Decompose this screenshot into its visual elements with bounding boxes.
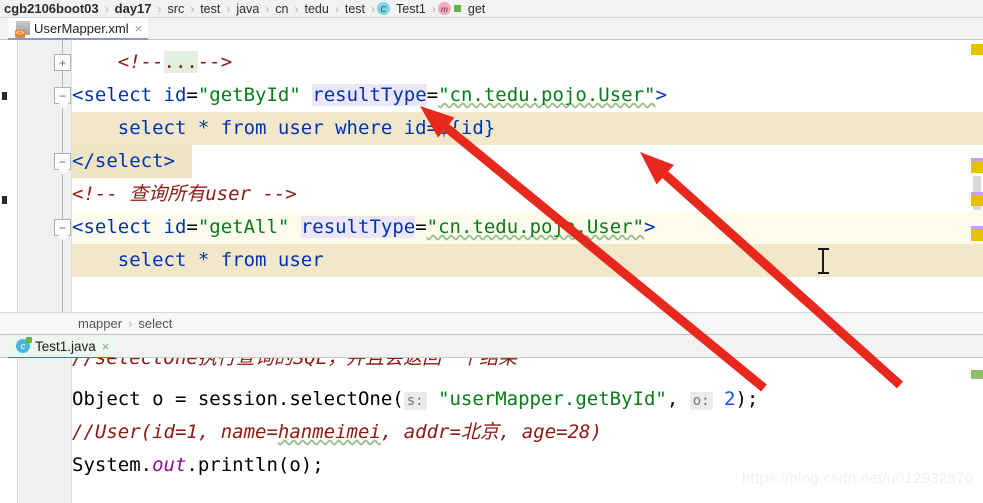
line-java-comment-user[interactable]: //User(id=1, name=hanmeimei, addr=北京, ag…	[72, 416, 983, 449]
warning-marker-2[interactable]	[971, 162, 983, 173]
ide-window: cgb2106boot03 › day17 › src › test › java › cn › ted…	[0, 0, 983, 503]
breadcrumb-item-java[interactable]: java	[232, 2, 263, 16]
breadcrumb-label: test	[200, 1, 221, 16]
breadcrumb-item-tedu[interactable]: tedu	[301, 2, 333, 16]
breadcrumb-label: src	[167, 1, 185, 16]
breadcrumb-label: tedu	[304, 1, 329, 16]
line-select-getbyid[interactable]: <select id="getById" resultType="cn.tedu…	[72, 79, 983, 112]
java-tab-bar: c Test1.java ×	[0, 334, 983, 359]
breadcrumb-separator: ›	[334, 1, 339, 16]
breadcrumb-item-test1[interactable]: C Test1	[377, 2, 430, 16]
breadcrumb-separator: ›	[226, 1, 231, 16]
gutter-mark	[2, 92, 7, 100]
breadcrumb-label: cn	[275, 1, 289, 16]
line-comment-collapsed[interactable]: <!--...-->	[72, 46, 983, 79]
line-java-selectone[interactable]: Object o = session.selectOne(s: "userMap…	[72, 383, 983, 416]
fold-expand-icon[interactable]: +	[54, 54, 71, 71]
line-sql-getbyid[interactable]: select * from user where id=${id}	[72, 112, 983, 145]
gutter-mark	[2, 196, 7, 204]
line-select-getall[interactable]: <select id="getAll" resultType="cn.tedu.…	[72, 211, 983, 244]
class-icon: C	[377, 2, 390, 15]
xml-file-icon	[15, 21, 30, 38]
breadcrumb-separator: ›	[157, 1, 162, 16]
xml-marker-bar[interactable]	[971, 40, 983, 312]
parameter-hint: s:	[403, 392, 427, 410]
xml-breadcrumb-item-mapper[interactable]: mapper	[72, 316, 128, 331]
tab-label: Test1.java	[35, 338, 96, 354]
breadcrumb-item-get[interactable]: m get	[437, 1, 489, 16]
breadcrumb-label: cgb2106boot03	[4, 1, 99, 16]
tab-usermapper-xml[interactable]: UserMapper.xml ×	[8, 18, 149, 40]
breadcrumb-separator: ›	[104, 1, 109, 16]
close-icon[interactable]: ×	[135, 21, 143, 36]
xml-breadcrumb-item-select[interactable]: select	[132, 316, 178, 331]
breadcrumb-item-test[interactable]: test	[196, 2, 224, 16]
line-comment-chinese[interactable]: <!-- 查询所有user -->	[72, 178, 983, 211]
breadcrumb-separator: ›	[190, 1, 195, 16]
watermark: https://blog.csdn.net/u012932876	[742, 470, 974, 487]
breadcrumb-label: java	[236, 1, 260, 16]
breadcrumb-item-src[interactable]: src	[164, 2, 189, 16]
xml-code-area[interactable]: <!--...--> <select id="getById" resultTyp…	[72, 40, 983, 312]
warning-marker-1[interactable]	[971, 44, 983, 55]
fold-guide-line	[62, 40, 63, 312]
java-fold-zone[interactable]	[19, 358, 72, 503]
breadcrumb-label: Test1	[396, 1, 426, 16]
tab-test1-java[interactable]: c Test1.java ×	[8, 335, 116, 359]
breadcrumb-separator: ›	[294, 1, 299, 16]
parameter-hint: o:	[689, 392, 713, 410]
breadcrumb-item-cgb2106boot03[interactable]: cgb2106boot03	[0, 1, 103, 16]
close-icon[interactable]: ×	[102, 339, 110, 354]
inspection-ok-icon	[971, 370, 983, 379]
fold-collapse-icon[interactable]: −	[54, 219, 71, 236]
breadcrumb-separator: ›	[431, 1, 436, 16]
java-class-icon: c	[16, 337, 32, 353]
xml-structure-breadcrumb: mapper › select	[0, 312, 983, 334]
line-sql-getall[interactable]: select * from user	[72, 244, 983, 277]
warning-marker-3[interactable]	[971, 195, 983, 206]
breadcrumb-item-day17[interactable]: day17	[111, 1, 156, 16]
xml-fold-zone[interactable]: + − − −	[19, 40, 72, 312]
xml-gutter	[0, 40, 18, 312]
method-icon: m	[437, 2, 451, 15]
breadcrumb-label: get	[467, 1, 486, 16]
breadcrumb-separator: ›	[371, 1, 375, 16]
breadcrumb-separator: ›	[265, 1, 270, 16]
breadcrumb-label: test	[344, 1, 365, 16]
breadcrumb-item-cn[interactable]: cn	[271, 2, 292, 16]
fold-collapse-icon[interactable]: −	[54, 153, 71, 170]
line-java-comment-top[interactable]: //selectOne执行查询的SQL，并且会返回一个结果	[72, 358, 983, 375]
xml-tab-bar: UserMapper.xml ×	[0, 18, 983, 40]
java-gutter	[0, 358, 18, 503]
breadcrumb-item-test[interactable]: test	[341, 2, 369, 16]
breadcrumb: cgb2106boot03 › day17 › src › test › java › cn › ted…	[0, 0, 983, 18]
xml-editor[interactable]: + − − − <!--...--> <select id="getById" resu…	[0, 40, 983, 312]
line-select-close[interactable]: </select>	[72, 145, 983, 178]
fold-collapse-icon[interactable]: −	[54, 87, 71, 104]
mouse-ibeam-cursor	[818, 248, 829, 274]
breadcrumb-label: day17	[114, 1, 152, 16]
warning-marker-4[interactable]	[971, 230, 983, 241]
tab-label: UserMapper.xml	[34, 20, 129, 36]
public-modifier-icon	[453, 5, 461, 12]
